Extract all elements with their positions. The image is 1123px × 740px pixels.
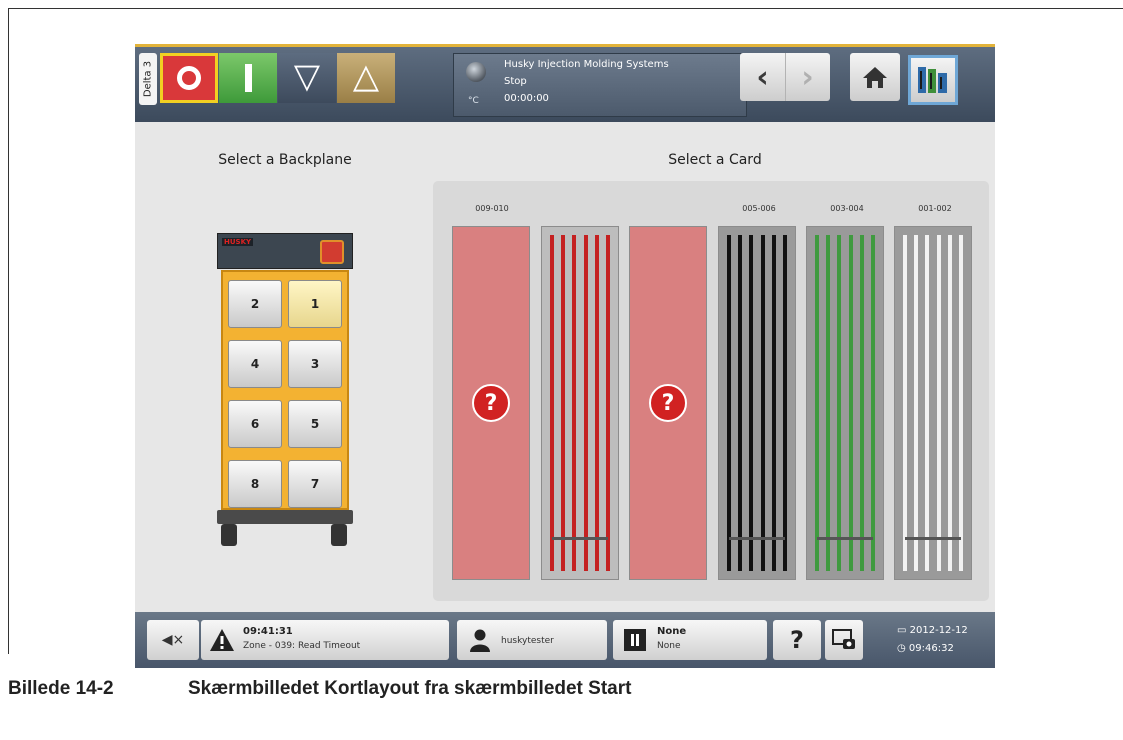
card-bracket xyxy=(905,537,961,540)
screenshot-icon xyxy=(832,629,855,649)
user-icon xyxy=(470,629,490,652)
backplane-slot-4[interactable]: 4 xyxy=(228,340,282,388)
alarm-time: 09:41:31 xyxy=(243,626,293,637)
card-layout-button[interactable] xyxy=(908,55,958,105)
mold-subtitle: None xyxy=(657,641,681,651)
help-button[interactable]: ? xyxy=(773,620,821,660)
card-bracket xyxy=(729,537,785,540)
backplane-slot-2[interactable]: 2 xyxy=(228,280,282,328)
card-stripes xyxy=(550,235,610,571)
decrease-button[interactable]: ▽ xyxy=(278,53,336,103)
wheel-icon xyxy=(221,524,237,546)
alarm-button[interactable]: 09:41:31 Zone - 039: Read Timeout xyxy=(201,620,449,660)
cycle-time: 00:00:00 xyxy=(504,93,549,104)
run-icon xyxy=(245,64,252,92)
backplane-header: HUSKY xyxy=(217,233,353,269)
card-stripes xyxy=(727,235,787,571)
system-name: Husky Injection Molding Systems xyxy=(504,59,669,70)
alarm-text: Zone - 039: Read Timeout xyxy=(243,641,361,651)
figure-number: Billede 14-2 xyxy=(8,678,114,699)
card-bracket xyxy=(552,537,608,540)
controller-icon xyxy=(320,240,344,264)
back-button[interactable]: ‹ xyxy=(740,53,786,101)
increase-button[interactable]: △ xyxy=(337,53,395,103)
datetime-display: ▭ 2012-12-12 ◷ 09:46:32 xyxy=(897,622,968,658)
card-title: Select a Card xyxy=(668,152,762,168)
calendar-icon: ▭ xyxy=(897,625,910,636)
current-time: 09:46:32 xyxy=(908,643,954,654)
clock-icon: ◷ xyxy=(897,643,909,654)
delta-tab-label: Delta 3 xyxy=(142,60,154,98)
backplane-slot-3[interactable]: 3 xyxy=(288,340,342,388)
question-icon: ? xyxy=(649,384,687,422)
card-label-003-004: 003-004 xyxy=(830,204,864,213)
current-date: 2012-12-12 xyxy=(909,625,968,636)
triangle-up-icon: △ xyxy=(352,56,380,97)
delta-tab[interactable]: Delta 3 xyxy=(139,53,157,105)
backplane-slot-5[interactable]: 5 xyxy=(288,400,342,448)
backplane-slot-6[interactable]: 6 xyxy=(228,400,282,448)
speaker-mute-icon: ◀× xyxy=(161,632,185,648)
mold-icon xyxy=(624,629,646,651)
mold-title: None xyxy=(657,626,687,637)
backplane-rack: 2 1 4 3 6 5 8 7 xyxy=(221,270,349,510)
user-button[interactable]: huskytester xyxy=(457,620,607,660)
chevron-left-icon: ‹ xyxy=(756,59,769,95)
card-slot-empty[interactable]: ? xyxy=(629,226,707,580)
card-label-009-010: 009-010 xyxy=(475,204,509,213)
card-stripes xyxy=(815,235,875,571)
run-button[interactable] xyxy=(219,53,277,103)
hmi-screen: Delta 3 ▽ △ °C Husky Injection Molding S… xyxy=(135,44,995,668)
home-icon xyxy=(863,67,887,88)
mold-button[interactable]: None None xyxy=(613,620,767,660)
triangle-down-icon: ▽ xyxy=(293,56,321,97)
card-stripes xyxy=(903,235,963,571)
status-panel[interactable]: °C Husky Injection Molding Systems Stop … xyxy=(453,53,747,117)
backplane-slot-1[interactable]: 1 xyxy=(288,280,342,328)
card-slot-empty[interactable]: ? xyxy=(452,226,530,580)
forward-button[interactable]: › xyxy=(785,53,830,101)
card-slot-red[interactable] xyxy=(541,226,619,580)
screenshot-button[interactable] xyxy=(825,620,863,660)
husky-logo: HUSKY xyxy=(222,238,254,246)
figure-caption: Billede 14-2 Skærmbilledet Kortlayout fra… xyxy=(8,678,631,700)
status-lamp-icon xyxy=(466,62,486,82)
backplane-slot-8[interactable]: 8 xyxy=(228,460,282,508)
system-mode: Stop xyxy=(504,76,527,87)
top-bar: Delta 3 ▽ △ °C Husky Injection Molding S… xyxy=(135,44,995,122)
backplane-base xyxy=(217,510,353,524)
card-label-001-002: 001-002 xyxy=(918,204,952,213)
card-label-005-006: 005-006 xyxy=(742,204,776,213)
temperature-unit: °C xyxy=(468,96,479,106)
card-slot-white[interactable] xyxy=(894,226,972,580)
card-slot-black[interactable] xyxy=(718,226,796,580)
wheel-icon xyxy=(331,524,347,546)
home-button[interactable] xyxy=(850,53,900,101)
bottom-bar: ◀× 09:41:31 Zone - 039: Read Timeout hus… xyxy=(135,612,995,668)
question-icon: ? xyxy=(472,384,510,422)
chevron-right-icon: › xyxy=(801,59,814,95)
backplane-title: Select a Backplane xyxy=(218,152,352,168)
navigation-buttons: ‹ › xyxy=(740,53,830,101)
figure-text: Skærmbilledet Kortlayout fra skærmbilled… xyxy=(188,678,632,699)
stop-icon xyxy=(177,66,201,90)
card-layout-icon xyxy=(918,67,947,93)
help-icon: ? xyxy=(790,626,804,654)
backplane-slot-7[interactable]: 7 xyxy=(288,460,342,508)
user-name: huskytester xyxy=(501,636,554,646)
mute-button[interactable]: ◀× xyxy=(147,620,199,660)
card-slot-green[interactable] xyxy=(806,226,884,580)
stop-button[interactable] xyxy=(160,53,218,103)
card-bracket xyxy=(817,537,873,540)
warning-icon xyxy=(210,629,234,651)
